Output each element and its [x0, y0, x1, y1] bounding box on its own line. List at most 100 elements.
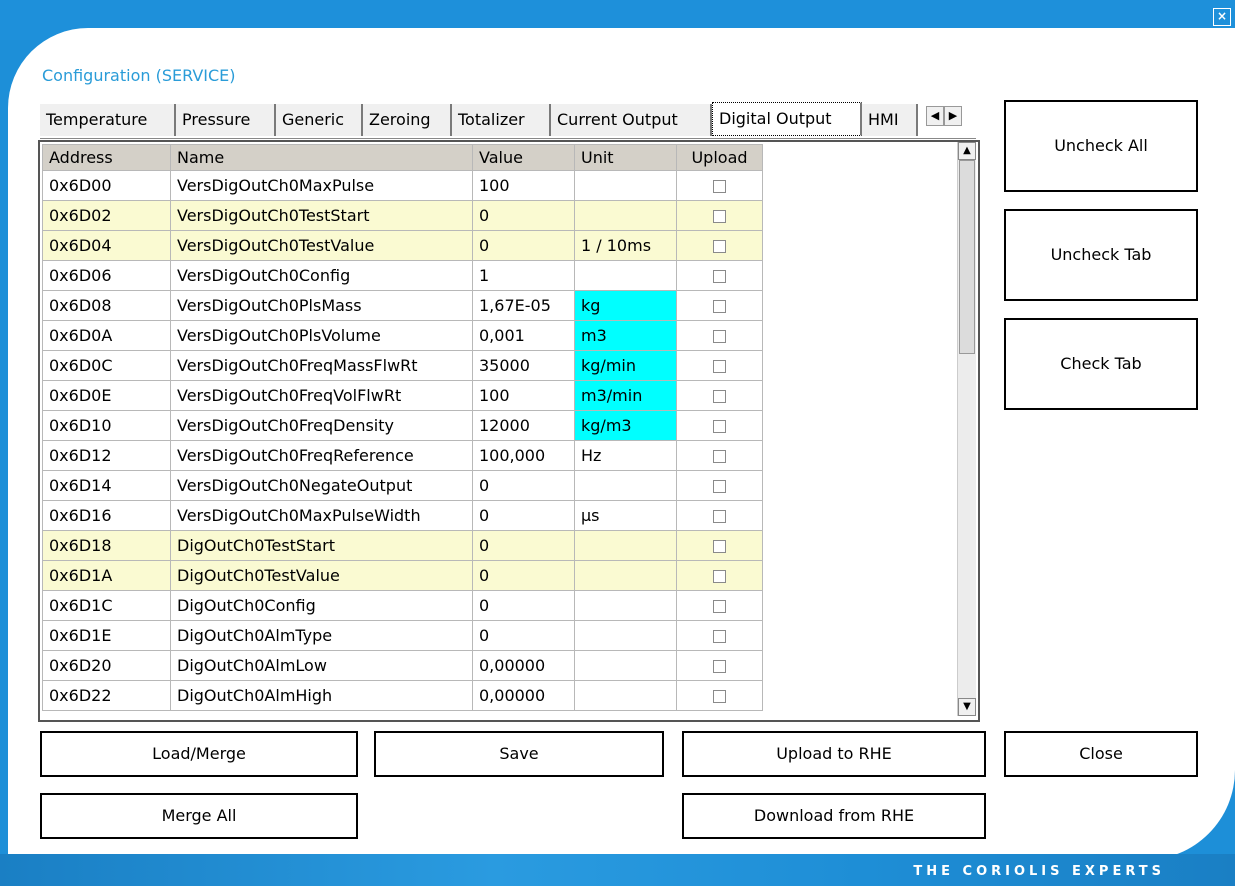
table-row[interactable]: 0x6D18 DigOutCh0TestStart 0	[42, 530, 763, 561]
table-row[interactable]: 0x6D04 VersDigOutCh0TestValue 0 1 / 10ms	[42, 230, 763, 261]
column-header-value: Value	[472, 144, 575, 171]
upload-checkbox[interactable]	[713, 540, 726, 553]
tab-temperature[interactable]: Temperature	[40, 104, 176, 136]
cell-value[interactable]: 0	[472, 500, 575, 531]
cell-value[interactable]: 0	[472, 620, 575, 651]
check-tab-button[interactable]: Check Tab	[1004, 318, 1198, 410]
cell-value[interactable]: 0	[472, 560, 575, 591]
scroll-down-icon[interactable]: ▼	[958, 698, 976, 716]
cell-address: 0x6D20	[42, 650, 171, 681]
cell-address: 0x6D04	[42, 230, 171, 261]
table-row[interactable]: 0x6D14 VersDigOutCh0NegateOutput 0	[42, 470, 763, 501]
table-row[interactable]: 0x6D1E DigOutCh0AlmType 0	[42, 620, 763, 651]
upload-checkbox[interactable]	[713, 480, 726, 493]
tab-strip: Temperature Pressure Generic Zeroing Tot…	[40, 102, 976, 139]
table-scrollbar[interactable]: ▲ ▼	[957, 142, 976, 716]
cell-value[interactable]: 100	[472, 380, 575, 411]
upload-checkbox[interactable]	[713, 570, 726, 583]
upload-checkbox[interactable]	[713, 360, 726, 373]
cell-upload	[676, 290, 763, 321]
upload-to-rhe-button[interactable]: Upload to RHE	[682, 731, 986, 777]
column-header-upload: Upload	[676, 144, 763, 171]
tab-pressure[interactable]: Pressure	[176, 104, 276, 136]
scroll-up-icon[interactable]: ▲	[958, 142, 976, 160]
upload-checkbox[interactable]	[713, 240, 726, 253]
cell-value[interactable]: 12000	[472, 410, 575, 441]
upload-checkbox[interactable]	[713, 210, 726, 223]
cell-address: 0x6D18	[42, 530, 171, 561]
table-row[interactable]: 0x6D10 VersDigOutCh0FreqDensity 12000 kg/m3	[42, 410, 763, 441]
tab-current-output[interactable]: Current Output	[551, 104, 712, 136]
table-row[interactable]: 0x6D1C DigOutCh0Config 0	[42, 590, 763, 621]
table-row[interactable]: 0x6D00 VersDigOutCh0MaxPulse 100	[42, 170, 763, 201]
table-row[interactable]: 0x6D0E VersDigOutCh0FreqVolFlwRt 100 m3/min	[42, 380, 763, 411]
cell-value[interactable]: 1,67E-05	[472, 290, 575, 321]
upload-checkbox[interactable]	[713, 600, 726, 613]
cell-value[interactable]: 0	[472, 590, 575, 621]
table-row[interactable]: 0x6D08 VersDigOutCh0PlsMass 1,67E-05 kg	[42, 290, 763, 321]
upload-checkbox[interactable]	[713, 510, 726, 523]
cell-upload	[676, 260, 763, 291]
close-window-icon[interactable]: ×	[1213, 8, 1231, 26]
tab-hmi[interactable]: HMI	[862, 104, 918, 136]
scrollbar-thumb[interactable]	[959, 160, 975, 354]
cell-value[interactable]: 1	[472, 260, 575, 291]
cell-value[interactable]: 100,000	[472, 440, 575, 471]
cell-name: VersDigOutCh0TestValue	[170, 230, 473, 261]
tab-scroll-left-icon[interactable]: ◀	[926, 106, 944, 126]
close-button[interactable]: Close	[1004, 731, 1198, 777]
cell-unit	[574, 650, 677, 681]
load-merge-button[interactable]: Load/Merge	[40, 731, 358, 777]
tab-totalizer[interactable]: Totalizer	[452, 104, 551, 136]
cell-value[interactable]: 100	[472, 170, 575, 201]
tab-scroll-right-icon[interactable]: ▶	[944, 106, 962, 126]
cell-address: 0x6D0C	[42, 350, 171, 381]
table-row[interactable]: 0x6D22 DigOutCh0AlmHigh 0,00000	[42, 680, 763, 711]
save-button[interactable]: Save	[374, 731, 664, 777]
uncheck-tab-button[interactable]: Uncheck Tab	[1004, 209, 1198, 301]
cell-value[interactable]: 35000	[472, 350, 575, 381]
cell-name: VersDigOutCh0PlsMass	[170, 290, 473, 321]
cell-unit	[574, 260, 677, 291]
cell-upload	[676, 620, 763, 651]
table-row[interactable]: 0x6D20 DigOutCh0AlmLow 0,00000	[42, 650, 763, 681]
cell-value[interactable]: 0	[472, 200, 575, 231]
column-header-unit: Unit	[574, 144, 677, 171]
download-from-rhe-button[interactable]: Download from RHE	[682, 793, 986, 839]
table-row[interactable]: 0x6D12 VersDigOutCh0FreqReference 100,000 H…	[42, 440, 763, 471]
upload-checkbox[interactable]	[713, 450, 726, 463]
cell-unit: Hz	[574, 440, 677, 471]
cell-name: VersDigOutCh0FreqVolFlwRt	[170, 380, 473, 411]
cell-value[interactable]: 0,00000	[472, 650, 575, 681]
tab-zeroing[interactable]: Zeroing	[363, 104, 452, 136]
cell-value[interactable]: 0,001	[472, 320, 575, 351]
upload-checkbox[interactable]	[713, 420, 726, 433]
upload-checkbox[interactable]	[713, 690, 726, 703]
upload-checkbox[interactable]	[713, 660, 726, 673]
table-row[interactable]: 0x6D0A VersDigOutCh0PlsVolume 0,001 m3	[42, 320, 763, 351]
footer-brand: THE CORIOLIS EXPERTS	[913, 864, 1165, 879]
upload-checkbox[interactable]	[713, 180, 726, 193]
cell-unit	[574, 530, 677, 561]
table-row[interactable]: 0x6D16 VersDigOutCh0MaxPulseWidth 0 µs	[42, 500, 763, 531]
table-row[interactable]: 0x6D02 VersDigOutCh0TestStart 0	[42, 200, 763, 231]
upload-checkbox[interactable]	[713, 300, 726, 313]
upload-checkbox[interactable]	[713, 390, 726, 403]
cell-value[interactable]: 0	[472, 230, 575, 261]
cell-address: 0x6D22	[42, 680, 171, 711]
table-row[interactable]: 0x6D06 VersDigOutCh0Config 1	[42, 260, 763, 291]
upload-checkbox[interactable]	[713, 630, 726, 643]
tab-digital-output[interactable]: Digital Output	[712, 102, 862, 136]
upload-checkbox[interactable]	[713, 330, 726, 343]
cell-value[interactable]: 0	[472, 470, 575, 501]
merge-all-button[interactable]: Merge All	[40, 793, 358, 839]
cell-value[interactable]: 0,00000	[472, 680, 575, 711]
table-row[interactable]: 0x6D0C VersDigOutCh0FreqMassFlwRt 35000 kg/…	[42, 350, 763, 381]
cell-value[interactable]: 0	[472, 530, 575, 561]
cell-unit: 1 / 10ms	[574, 230, 677, 261]
tab-generic[interactable]: Generic	[276, 104, 363, 136]
uncheck-all-button[interactable]: Uncheck All	[1004, 100, 1198, 192]
upload-checkbox[interactable]	[713, 270, 726, 283]
table-row[interactable]: 0x6D1A DigOutCh0TestValue 0	[42, 560, 763, 591]
cell-upload	[676, 500, 763, 531]
